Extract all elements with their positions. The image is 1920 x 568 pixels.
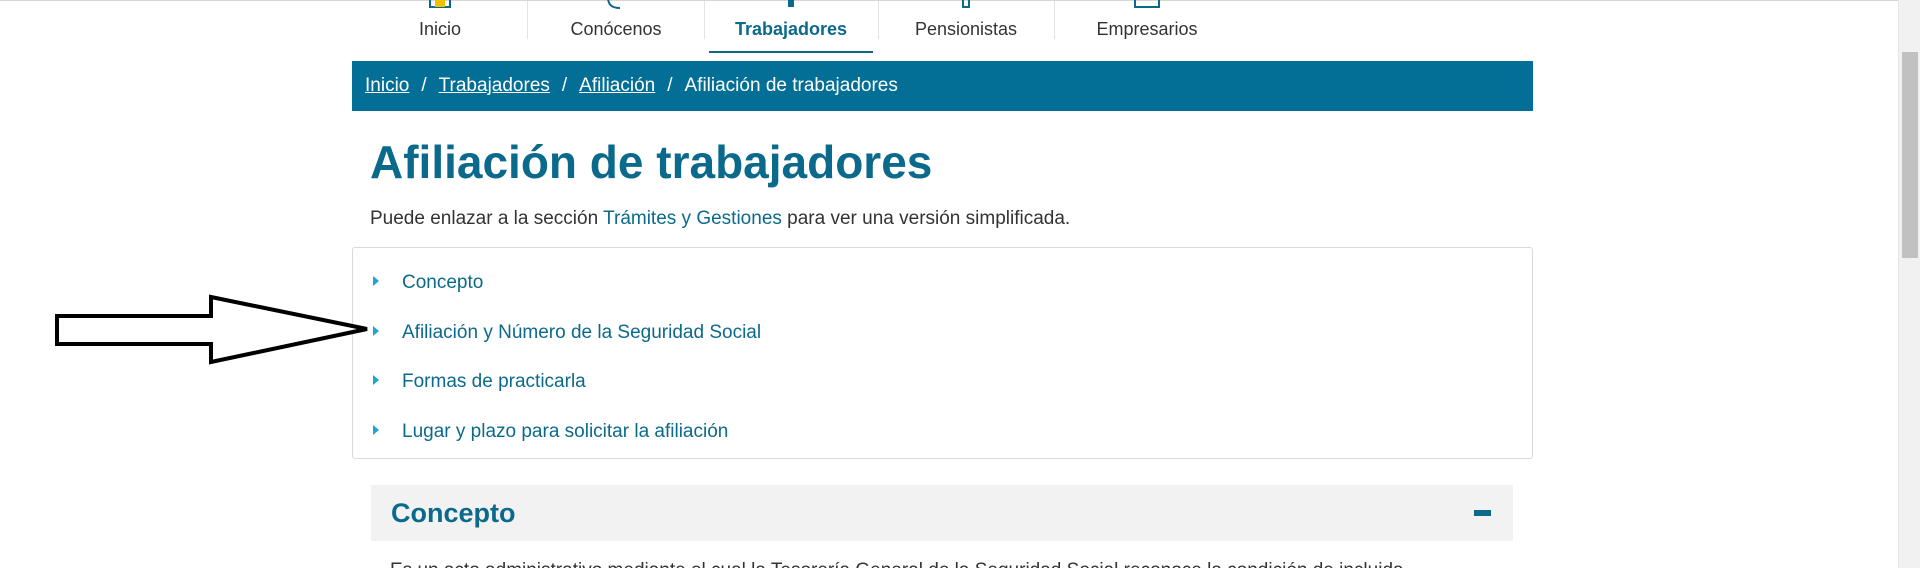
nav-divider — [878, 1, 879, 39]
intro-text-end: para ver una versión simplificada. — [781, 208, 1071, 229]
briefcase-icon — [1134, 0, 1160, 8]
info-icon — [607, 0, 621, 9]
tramites-gestiones-link[interactable]: Trámites y Gestiones — [603, 208, 782, 229]
breadcrumb-link-afiliacion[interactable]: Afiliación — [579, 75, 655, 96]
nav-label: Pensionistas — [914, 19, 1018, 39]
index-link-afiliacion-nss[interactable]: Afiliación y Número de la Seguridad Soci… — [373, 318, 761, 348]
nav-item-conocenos[interactable]: Conócenos — [548, 0, 684, 53]
content-index: Concepto Afiliación y Número de la Segur… — [352, 247, 1533, 459]
nav-item-empresarios[interactable]: Empresarios — [1080, 0, 1214, 53]
nav-label: Empresarios — [1096, 19, 1198, 39]
breadcrumb-separator: / — [561, 75, 568, 96]
breadcrumb-link-trabajadores[interactable]: Trabajadores — [439, 75, 550, 96]
nav-item-pensionistas[interactable]: Pensionistas — [893, 0, 1039, 53]
index-link-label: Afiliación y Número de la Seguridad Soci… — [402, 322, 762, 343]
intro-text-start: Puede enlazar a la sección — [370, 208, 604, 229]
nav-divider — [1054, 1, 1055, 39]
nav-divider — [704, 1, 705, 39]
section-title: Concepto — [391, 498, 516, 528]
home-icon — [429, 0, 451, 8]
index-link-lugar-plazo[interactable]: Lugar y plazo para solicitar la afiliaci… — [373, 417, 728, 447]
vertical-scrollbar[interactable] — [1898, 0, 1920, 568]
breadcrumb-separator: / — [667, 75, 673, 96]
intro-text: Puede enlazar a la sección Trámites y Ge… — [370, 206, 1070, 232]
index-link-label: Lugar y plazo para solicitar la afiliaci… — [402, 421, 729, 442]
nav-label: Conócenos — [570, 19, 662, 39]
nav-divider — [527, 1, 528, 39]
breadcrumb-separator: / — [421, 75, 427, 96]
caret-right-icon — [373, 275, 379, 286]
collapse-minus-icon[interactable] — [1474, 510, 1491, 516]
index-link-formas[interactable]: Formas de practicarla — [373, 367, 586, 397]
worker-icon — [788, 0, 794, 7]
index-link-label: Formas de practicarla — [402, 371, 586, 392]
page-title: Afiliación de trabajadores — [370, 136, 933, 188]
annotation-arrow-icon — [55, 294, 368, 365]
page-viewport: Inicio Conócenos Trabajadores Pensionist… — [0, 0, 1898, 568]
section-body-text: Es un acto administrativo mediante el cu… — [390, 558, 1510, 568]
scrollbar-thumb[interactable] — [1902, 52, 1918, 258]
index-link-concepto[interactable]: Concepto — [373, 268, 483, 298]
breadcrumb: Inicio / Trabajadores / Afiliación / Afiliació… — [352, 61, 1533, 111]
breadcrumb-current: Afiliación de trabajadores — [684, 75, 898, 96]
pensioner-icon — [962, 0, 970, 8]
caret-right-icon — [373, 424, 379, 435]
nav-label: Inicio — [418, 19, 462, 39]
nav-item-inicio[interactable]: Inicio — [395, 0, 485, 53]
nav-item-trabajadores[interactable]: Trabajadores — [709, 0, 873, 53]
breadcrumb-link-inicio[interactable]: Inicio — [365, 75, 409, 96]
caret-right-icon — [373, 374, 379, 385]
section-header-concepto[interactable]: Concepto — [371, 485, 1513, 541]
index-link-label: Concepto — [402, 272, 484, 293]
nav-label: Trabajadores — [734, 19, 848, 39]
top-navigation: Inicio Conócenos Trabajadores Pensionist… — [0, 0, 1898, 53]
